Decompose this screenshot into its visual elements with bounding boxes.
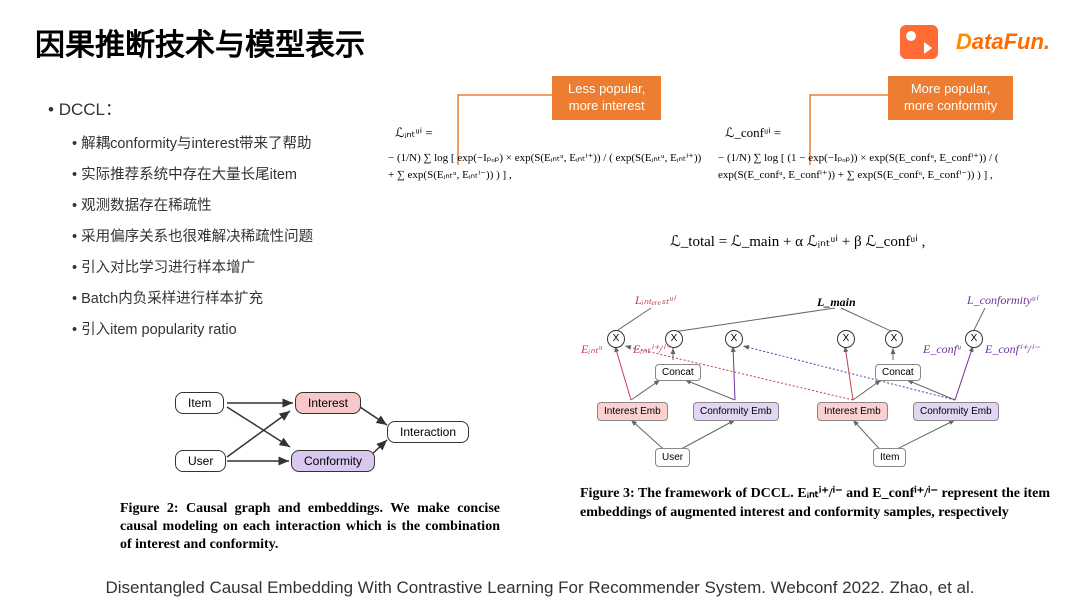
logo-area: DataFun. (900, 25, 1050, 59)
fig3-conformity-emb-l: Conformity Emb (693, 402, 779, 421)
logo-letter: ataFun. (972, 29, 1050, 54)
bullet-text: 引入item popularity ratio (81, 322, 237, 338)
fig3-e-conf-aug: E_confⁱ⁺/ⁱ⁻ (985, 342, 1039, 357)
annotation-line: Less popular, (568, 81, 645, 98)
page-title: 因果推断技术与模型表示 (35, 20, 365, 64)
fig3-interest-emb-r: Interest Emb (817, 402, 888, 421)
bullet-item: • 解耦conformity与interest带来了帮助 (72, 132, 312, 153)
multiply-node-icon: X (607, 330, 625, 348)
bullet-item: • 引入item popularity ratio (72, 318, 237, 339)
formula-conf-body: − (1/N) ∑ log [ (1 − exp(−Iₚₒₚ)) × exp(S… (718, 150, 1058, 183)
logo-letter: D (956, 29, 972, 54)
fig3-label-l-interest: Lᵢₙₜₑᵣₑₛₜᵘⁱ (635, 293, 675, 308)
fig2-caption-text: Figure 2: Causal graph and embeddings. W… (120, 501, 500, 552)
bullet-item: • 引入对比学习进行样本增广 (72, 256, 255, 277)
figure-2: Item User Interest Conformity Interactio… (155, 385, 485, 485)
fig3-e-conf-u: E_confᵘ (923, 342, 961, 357)
fig3-e-int-u: Eᵢₙₜᵘ (581, 342, 602, 357)
fig3-e-int-aug: Eᵢₙₜⁱ⁺/ⁱ⁻ (633, 342, 671, 357)
formula-conf-head: ℒ_confᵘⁱ = (725, 125, 781, 141)
fig3-label-l-conf: L_conformityᵘⁱ (967, 293, 1037, 308)
multiply-node-icon: X (965, 330, 983, 348)
fig3-concat-right: Concat (875, 364, 921, 381)
fig3-item-box: Item (873, 448, 906, 467)
figure-2-caption: Figure 2: Causal graph and embeddings. W… (120, 500, 500, 555)
multiply-node-icon: X (837, 330, 855, 348)
kuaishou-logo-icon (900, 25, 938, 59)
bullet-item: • 实际推荐系统中存在大量长尾item (72, 163, 297, 184)
bullet-root: • DCCL： (48, 95, 122, 120)
citation: Disentangled Causal Embedding With Contr… (0, 578, 1080, 598)
annotation-line: more interest (568, 98, 645, 115)
multiply-node-icon: X (885, 330, 903, 348)
formula-int-head: ℒᵢₙₜᵘⁱ = (395, 125, 433, 141)
fig2-node-user: User (175, 450, 226, 472)
fig2-node-conformity: Conformity (291, 450, 375, 472)
annotation-line: More popular, (904, 81, 997, 98)
datafun-logo: DataFun. (956, 29, 1050, 55)
annotation-more-popular: More popular, more conformity (888, 76, 1013, 120)
annotation-less-popular: Less popular, more interest (552, 76, 661, 120)
figure-3: Lᵢₙₜₑᵣₑₛₜᵘⁱ L_main L_conformityᵘⁱ X X X … (585, 290, 1055, 480)
bullet-text: 解耦conformity与interest带来了帮助 (81, 136, 311, 152)
bullet-text: 实际推荐系统中存在大量长尾item (81, 167, 297, 183)
fig2-node-interaction: Interaction (387, 421, 469, 443)
bullet-item: • Batch内负采样进行样本扩充 (72, 287, 263, 308)
bullet-item: • 观测数据存在稀疏性 (72, 194, 212, 215)
bullet-item: • 采用偏序关系也很难解决稀疏性问题 (72, 225, 313, 246)
fig3-caption-text: Figure 3: The framework of DCCL. Eᵢₙₜⁱ⁺/… (580, 486, 1050, 520)
fig3-conformity-emb-r: Conformity Emb (913, 402, 999, 421)
fig2-node-item: Item (175, 392, 224, 414)
fig2-node-interest: Interest (295, 392, 361, 414)
fig3-label-l-main: L_main (817, 295, 856, 310)
fig3-concat-left: Concat (655, 364, 701, 381)
bullet-root-text: DCCL： (59, 100, 122, 119)
bullet-text: 引入对比学习进行样本增广 (81, 260, 255, 276)
formula-total: ℒ_total = ℒ_main + α ℒᵢₙₜᵘⁱ + β ℒ_confᵘⁱ… (670, 232, 925, 251)
formula-int-body: − (1/N) ∑ log [ exp(−Iₚₒₚ) × exp(S(Eᵢₙₜᵘ… (388, 150, 708, 183)
bullet-text: Batch内负采样进行样本扩充 (81, 291, 263, 307)
bullet-text: 观测数据存在稀疏性 (81, 198, 212, 214)
bullet-text: 采用偏序关系也很难解决稀疏性问题 (81, 229, 313, 245)
fig3-interest-emb-l: Interest Emb (597, 402, 668, 421)
figure-3-caption: Figure 3: The framework of DCCL. Eᵢₙₜⁱ⁺/… (580, 485, 1050, 523)
annotation-line: more conformity (904, 98, 997, 115)
fig3-user-box: User (655, 448, 690, 467)
multiply-node-icon: X (725, 330, 743, 348)
